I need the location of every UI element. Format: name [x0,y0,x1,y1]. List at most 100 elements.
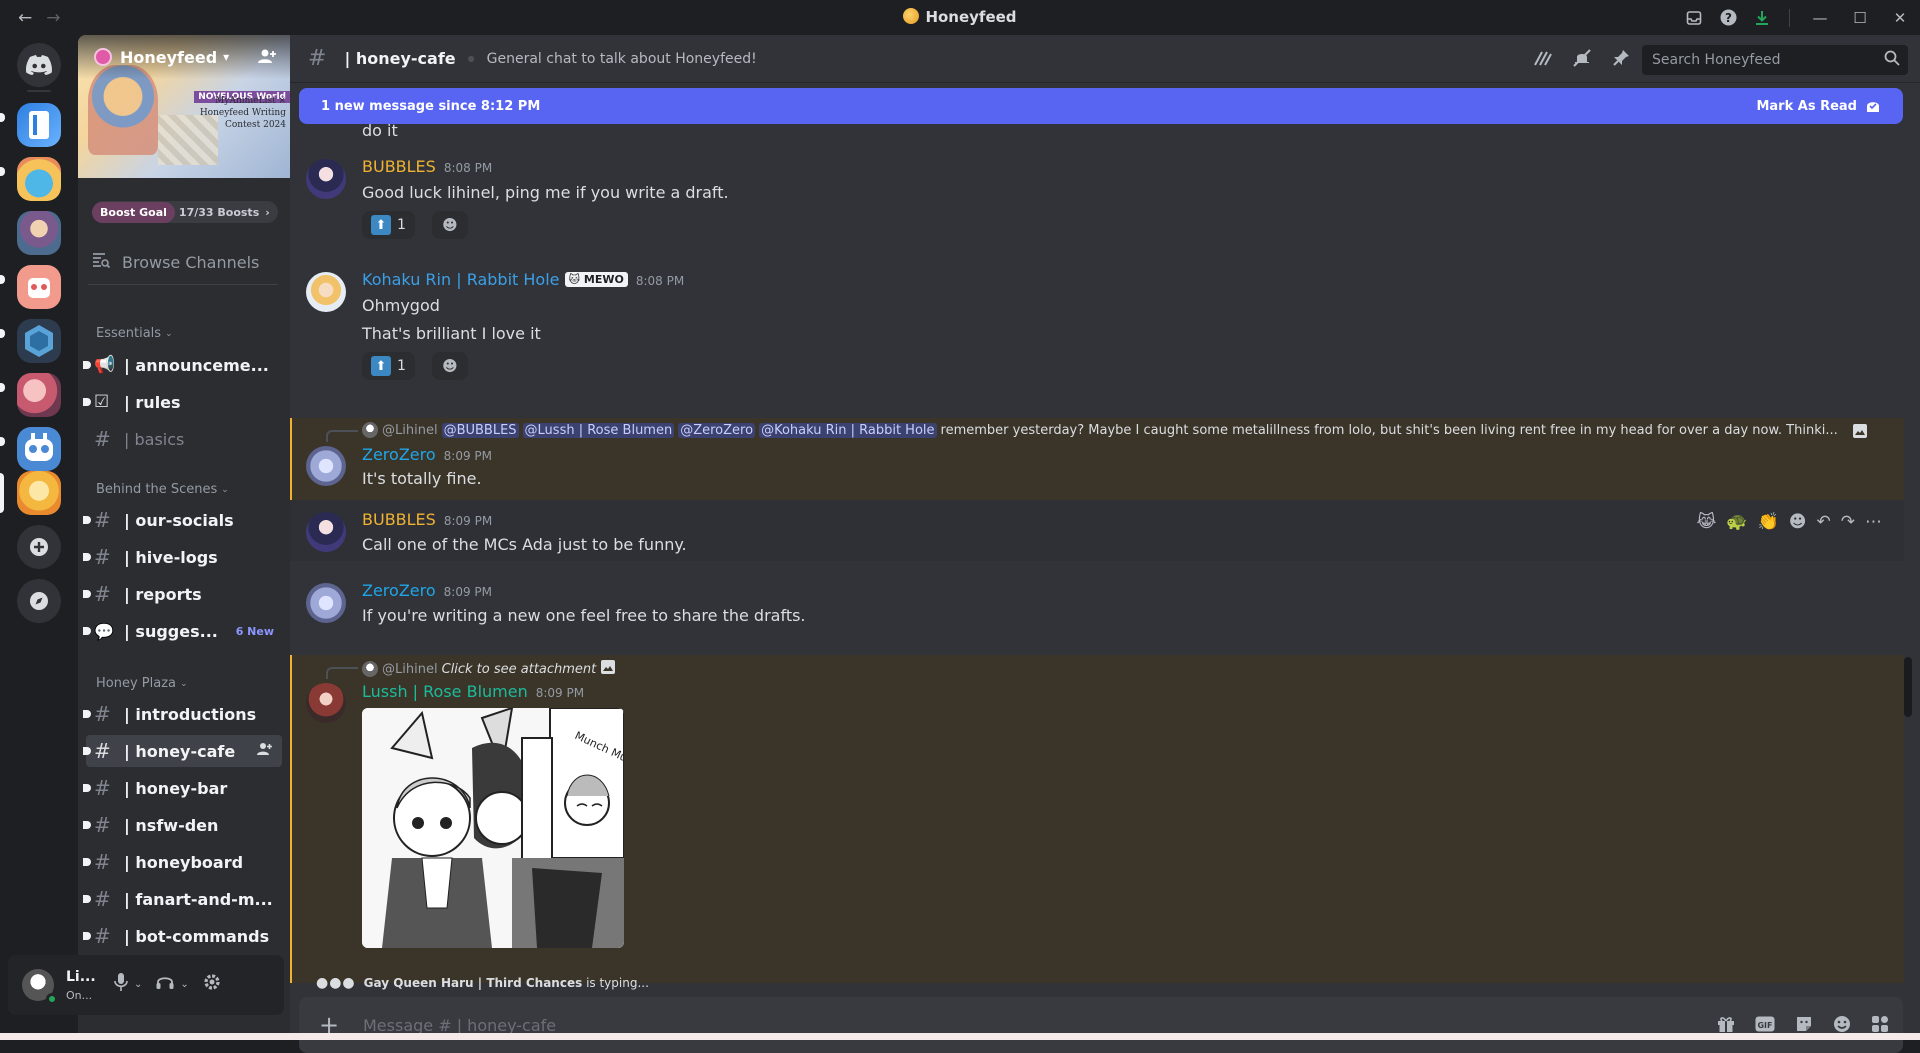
user-avatar[interactable] [306,159,346,199]
microphone-icon[interactable] [114,973,128,995]
server-header[interactable]: Honeyfeed ▾ [78,35,290,79]
chevron-down-icon: ⌄ [221,484,229,495]
reply-text[interactable]: Click to see attachment [442,662,597,677]
category-honey-plaza[interactable]: Honey Plaza ⌄ [96,676,188,691]
author-name[interactable]: Kohaku Rin | Rabbit Hole [362,270,560,289]
more-options-icon[interactable]: ⋯ [1865,512,1882,532]
category-label: Behind the Scenes [96,482,218,497]
reply-preview[interactable]: @Lihinel @BUBBLES @Lussh | Rose Blumen @… [362,422,1852,438]
author-name[interactable]: BUBBLES [362,510,436,529]
reaction-upvote[interactable]: ⬆ 1 [362,352,415,380]
channel-nsfw-den[interactable]: # | nsfw-den [83,809,282,841]
search-input[interactable]: Search Honeyfeed [1642,45,1908,75]
channel-suggestions[interactable]: 💬 | sugges... 6 New [83,615,282,647]
chevron-down-icon[interactable]: ⌄ [180,979,188,990]
new-messages-bar[interactable]: 1 new message since 8:12 PM Mark As Read [299,88,1903,124]
user-avatar[interactable] [306,512,346,552]
username[interactable]: Li... [66,969,96,985]
direct-messages-button[interactable] [17,43,61,87]
image-attachment[interactable]: Munch Munch [362,708,624,948]
boost-goal-bar[interactable]: Boost Goal 17/33 Boosts › [92,201,278,223]
channel-introductions[interactable]: # | introductions [83,698,282,730]
user-avatar[interactable] [306,583,346,623]
mention-tag[interactable]: @Lussh | Rose Blumen [522,422,675,438]
category-behind-the-scenes[interactable]: Behind the Scenes ⌄ [96,482,229,497]
mention-tag[interactable]: @BUBBLES [441,422,519,438]
arrow-up-emoji-icon: ⬆ [371,356,391,376]
add-server-button[interactable] [17,525,61,569]
channel-hive-logs[interactable]: # | hive-logs [83,541,282,573]
channel-honey-cafe[interactable]: # | honey-cafe [83,735,282,767]
close-window-button[interactable]: ✕ [1880,0,1920,35]
headphones-icon[interactable] [156,974,174,994]
threads-icon[interactable] [1532,49,1552,72]
guild-tag-badge[interactable]: 🐱 MEWO [564,272,628,287]
server-icon-1[interactable] [17,103,61,147]
message-scrollbar[interactable] [1904,125,1912,985]
pin-icon[interactable] [1612,49,1630,72]
mention-tag[interactable]: @ZeroZero [678,422,756,438]
quick-reaction-emoji-icon[interactable]: 😹 [1697,512,1717,532]
quick-reaction-emoji-icon[interactable]: 🐢 [1726,512,1747,532]
reply-preview[interactable]: @Lihinel Click to see attachment [362,659,616,679]
mention-tag[interactable]: @Kohaku Rin | Rabbit Hole [759,422,937,438]
author-name[interactable]: BUBBLES [362,157,436,176]
channel-honeyboard[interactable]: # | honeyboard [83,846,282,878]
unread-indicator [0,437,5,446]
discover-button[interactable] [17,579,61,623]
channel-fanart[interactable]: # | fanart-and-m... [83,883,282,915]
server-icon-6[interactable] [17,373,61,417]
server-icon-5[interactable] [17,319,61,363]
inbox-icon[interactable] [1677,0,1711,35]
help-icon[interactable]: ? [1711,0,1745,35]
browse-channels-button[interactable]: Browse Channels [92,250,259,274]
scrollbar-thumb[interactable] [1904,657,1912,717]
author-name[interactable]: Lussh | Rose Blumen [362,682,528,701]
notification-muted-icon[interactable] [1572,49,1592,72]
add-reaction-icon[interactable]: ☻ [1789,512,1807,532]
channel-bot-commands[interactable]: # | bot-commands [83,920,282,952]
category-essentials[interactable]: Essentials ⌄ [96,326,173,341]
channel-announcements[interactable]: 📢 | announceme... [83,349,282,381]
forward-icon[interactable]: ↷ [1841,512,1855,532]
author-name[interactable]: ZeroZero [362,581,436,600]
gear-icon[interactable] [203,973,221,995]
server-icon-3[interactable] [17,211,61,255]
server-icon-4[interactable] [17,265,61,309]
invite-people-icon[interactable] [258,48,276,68]
reply-author[interactable]: @Lihinel [382,662,438,677]
channel-rules[interactable]: ☑ | rules [83,386,282,418]
author-name[interactable]: ZeroZero [362,445,436,464]
maximize-button[interactable]: ☐ [1840,0,1880,35]
chevron-down-icon: ⌄ [165,328,173,339]
quick-reaction-emoji-icon[interactable]: 👏 [1758,512,1779,532]
channel-honey-bar[interactable]: # | honey-bar [83,772,282,804]
mark-as-read-button[interactable]: Mark As Read [1756,98,1881,114]
message-input-placeholder[interactable]: Message # | honey-cafe [363,1016,556,1035]
download-icon[interactable] [1745,0,1779,35]
reaction-upvote[interactable]: ⬆ 1 [362,211,415,239]
channel-our-socials[interactable]: # | our-socials [83,504,282,536]
add-reaction-button[interactable]: ☻ [432,211,468,239]
message-composer[interactable]: + Message # | honey-cafe GIF [299,997,1903,1053]
author-line: Kohaku Rin | Rabbit Hole 🐱 MEWO 8:08 PM [362,270,684,289]
server-icon-7[interactable] [17,427,61,471]
user-avatar[interactable] [306,446,346,486]
chevron-down-icon[interactable]: ⌄ [134,979,142,990]
user-avatar[interactable] [306,683,346,723]
browse-channels-label: Browse Channels [122,252,260,272]
reply-author[interactable]: @Lihinel [382,423,438,438]
add-member-icon[interactable] [257,742,272,760]
user-avatar[interactable] [306,272,346,312]
reply-icon[interactable]: ↶ [1817,512,1831,532]
server-icon-2[interactable] [17,157,61,201]
add-reaction-button[interactable]: ☻ [432,352,468,380]
channel-reports[interactable]: # | reports [83,578,282,610]
server-icon-honeyfeed[interactable] [17,471,61,515]
honeyfeed-logo-icon [903,8,920,24]
minimize-button[interactable]: — [1800,0,1840,35]
cat-icon: 🐱 [568,273,581,286]
channel-basics[interactable]: # | basics [86,423,282,455]
channel-topic[interactable]: General chat to talk about Honeyfeed! [487,51,757,67]
reply-spine [326,667,358,679]
